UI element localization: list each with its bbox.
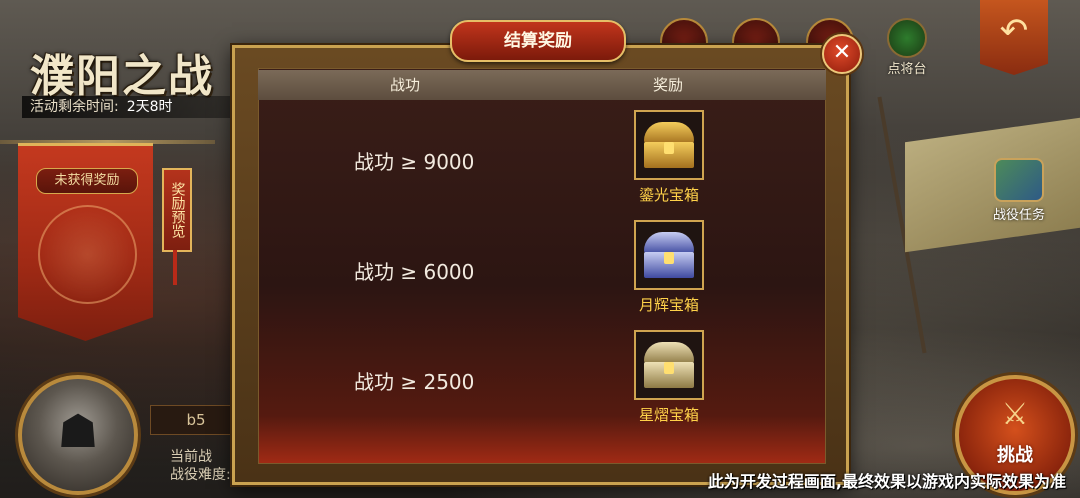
event-title: 濮阳之战 <box>30 51 214 102</box>
game-screen: 濮阳之战 活动剩余时间: 2天8时 未获得奖励 奖励预览 ☗ b5 当前战 战役难… <box>0 0 1080 498</box>
chest-name: 月辉宝箱 <box>638 296 699 314</box>
campaign-scroll-icon <box>994 158 1044 202</box>
timer-label: 活动剩余时间: <box>30 99 119 115</box>
reward-row: 战功 ≥ 9000 鎏光宝箱 <box>258 106 826 216</box>
bronze-chest-icon[interactable] <box>634 330 704 400</box>
tassel-decoration <box>173 250 177 285</box>
merit-requirement: 战功 ≥ 6000 <box>354 260 475 284</box>
dragon-emblem-icon <box>38 205 137 304</box>
chest-name: 鎏光宝箱 <box>638 186 699 204</box>
reward-row: 战功 ≥ 6000 月辉宝箱 <box>258 216 826 326</box>
banner-status-label: 未获得奖励 <box>36 168 138 194</box>
development-disclaimer: 此为开发过程画面,最终效果以游戏内实际效果为准 <box>707 472 1066 491</box>
reward-table-header: 战功 奖励 <box>258 70 826 100</box>
campaign-tasks-button[interactable]: 战役任务 <box>980 158 1058 223</box>
battle-info: 当前战 战役难度: <box>170 448 240 484</box>
dialog-title: 结算奖励 <box>450 20 626 62</box>
event-timer: 活动剩余时间: 2天8时 <box>22 96 245 118</box>
general-platform-label: 点将台 <box>887 62 927 77</box>
challenge-label: 挑战 <box>997 445 1033 466</box>
reward-row: 战功 ≥ 2500 星熠宝箱 <box>258 326 826 436</box>
general-avatar[interactable]: ☗ <box>18 375 138 495</box>
reward-preview-button[interactable]: 奖励预览 <box>162 168 192 252</box>
back-button[interactable]: ↶ <box>980 0 1048 75</box>
campaign-tasks-label: 战役任务 <box>992 208 1045 223</box>
general-platform-button[interactable]: 点将台 <box>882 18 932 78</box>
chest-name: 星熠宝箱 <box>638 406 699 424</box>
merit-requirement: 战功 ≥ 9000 <box>354 150 475 174</box>
timer-value: 2天8时 <box>126 99 173 115</box>
helmet-icon: ☗ <box>57 404 99 458</box>
merit-requirement: 战功 ≥ 2500 <box>354 370 475 394</box>
current-battle-label: 当前战 <box>170 449 212 465</box>
difficulty-label: 战役难度: <box>170 467 231 483</box>
silver-chest-icon[interactable] <box>634 220 704 290</box>
header-merit: 战功 <box>390 76 421 94</box>
gold-chest-icon[interactable] <box>634 110 704 180</box>
general-platform-icon <box>887 18 927 58</box>
crossed-swords-icon: ⚔ <box>1001 397 1029 432</box>
close-button[interactable]: ✕ <box>822 34 862 74</box>
player-info-box: b5 <box>150 405 242 435</box>
header-reward: 奖励 <box>653 76 684 94</box>
